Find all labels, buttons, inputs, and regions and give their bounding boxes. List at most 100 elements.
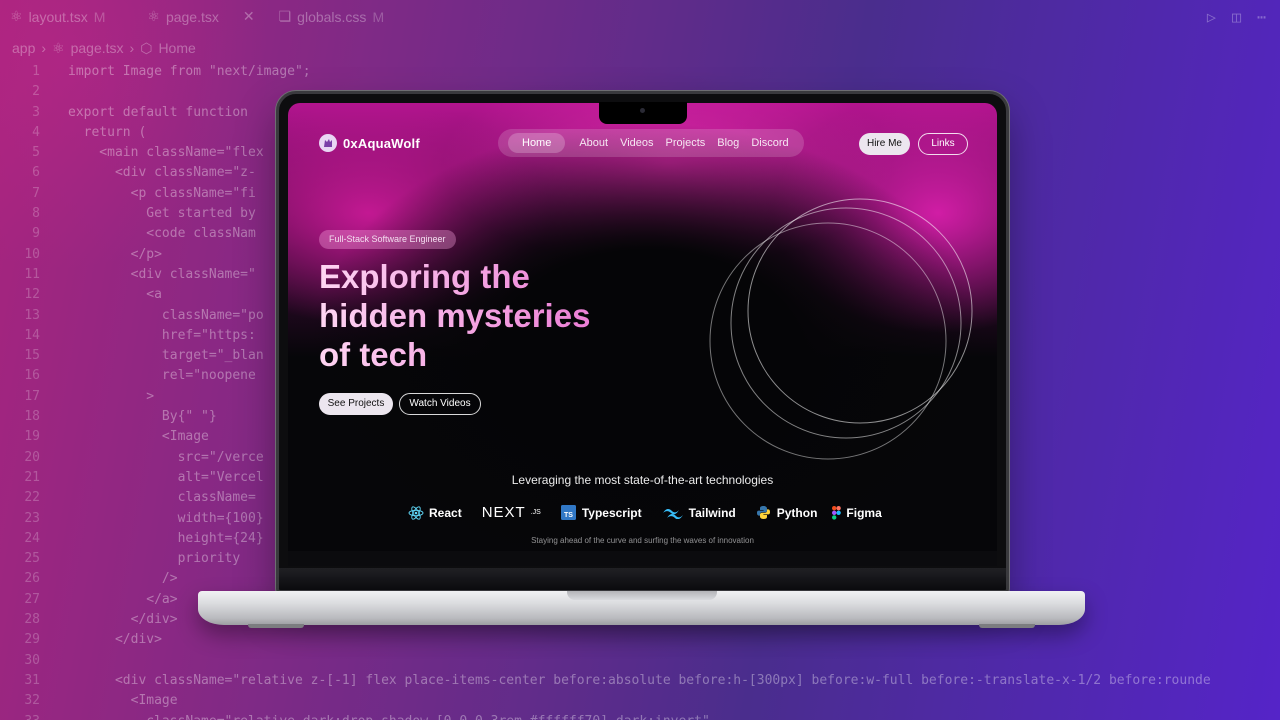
line-number: 30 [24, 652, 40, 668]
react-icon [408, 505, 424, 521]
tech-logos: React NEXT .JS TS Typescript Tailwind Py… [408, 504, 882, 521]
line-number: 13 [24, 307, 40, 323]
nav-discord[interactable]: Discord [745, 133, 794, 153]
line-code: <div className="relative z-[-1] flex pla… [68, 672, 1211, 688]
editor-tab-layout[interactable]: ⚛ layout.tsx M [10, 8, 105, 25]
line-number: 22 [24, 490, 40, 506]
line-code: <Image [68, 693, 178, 709]
tech-python: Python [756, 505, 817, 521]
wolf-logo-icon [319, 134, 337, 152]
line-code: import Image from "next/image"; [68, 64, 311, 79]
laptop-screen: 0xAquaWolf Home About Videos Projects Bl… [288, 103, 997, 566]
hire-me-button[interactable]: Hire Me [859, 133, 910, 155]
breadcrumb-item[interactable]: Home [158, 40, 195, 57]
tech-label: React [429, 505, 462, 520]
code-line: 29 </div> [0, 630, 1280, 650]
line-code: width={100} [68, 510, 264, 526]
screen-bottom-bezel [288, 551, 997, 566]
react-file-icon: ⚛ [10, 8, 23, 24]
line-number: 31 [24, 672, 40, 688]
line-code: <div className="z- [68, 165, 256, 181]
camera-notch [599, 102, 687, 124]
tech-figma: Figma [831, 505, 882, 521]
see-projects-button[interactable]: See Projects [319, 393, 393, 415]
decorative-rings [709, 198, 973, 460]
code-line: 1 import Image from "next/image"; [0, 62, 1280, 82]
breadcrumb: app › ⚛ page.tsx › ⬡ Home [12, 40, 196, 57]
line-code: rel="noopene [68, 368, 256, 384]
line-number: 20 [24, 449, 40, 465]
line-number: 21 [24, 469, 40, 485]
tab-label: page.tsx [165, 8, 219, 25]
split-editor-icon[interactable]: ◫ [1232, 8, 1241, 26]
editor-tab-globals[interactable]: ❏ globals.css M [279, 8, 385, 25]
code-line: 31 <div className="relative z-[-1] flex … [0, 671, 1280, 691]
hero-line: hidden mysteries [319, 297, 591, 334]
site-logo[interactable]: 0xAquaWolf [319, 134, 420, 152]
links-button[interactable]: Links [918, 133, 968, 155]
line-code: className="po [68, 307, 264, 323]
watch-videos-button[interactable]: Watch Videos [399, 393, 481, 415]
editor-tab-page[interactable]: ⚛ page.tsx ✕ [147, 8, 254, 25]
line-number: 19 [24, 429, 40, 445]
editor-actions: ▷ ◫ ⋯ [1207, 8, 1266, 26]
laptop-foot [248, 624, 304, 628]
code-line: 32 <Image [0, 691, 1280, 711]
line-code: height={24} [68, 530, 264, 546]
nav-videos[interactable]: Videos [614, 133, 659, 153]
hero-line: Exploring the [319, 258, 530, 295]
code-line: 30 [0, 651, 1280, 671]
line-number: 32 [24, 693, 40, 709]
symbol-icon: ⬡ [140, 40, 153, 56]
tech-label: Typescript [581, 505, 642, 520]
tech-react: React [408, 505, 462, 521]
line-code: src="/verce [68, 449, 264, 465]
typescript-icon: TS [561, 505, 577, 521]
line-number: 24 [24, 530, 40, 546]
laptop-foot [979, 624, 1035, 628]
line-code: <code classNam [68, 226, 256, 242]
chevron-right-icon: › [129, 40, 135, 56]
line-number: 4 [32, 124, 40, 140]
tailwind-icon [662, 505, 684, 521]
close-icon[interactable]: ✕ [243, 8, 255, 25]
line-code: priority [68, 551, 241, 567]
line-code: target="_blan [68, 348, 264, 364]
nav-home[interactable]: Home [508, 133, 566, 153]
hero-line: of tech [319, 336, 428, 373]
line-code: </div> [68, 612, 178, 628]
chevron-right-icon: › [41, 40, 47, 56]
more-icon[interactable]: ⋯ [1257, 8, 1266, 26]
line-code: <Image [68, 429, 209, 445]
laptop-base [198, 591, 1085, 628]
line-code: return ( [68, 124, 147, 140]
line-code: </div> [68, 632, 162, 648]
run-icon[interactable]: ▷ [1207, 8, 1216, 26]
react-file-icon: ⚛ [147, 8, 160, 24]
nav-blog[interactable]: Blog [711, 133, 745, 153]
line-number: 9 [32, 226, 40, 242]
nav-about[interactable]: About [573, 133, 614, 153]
breadcrumb-item[interactable]: app [12, 40, 35, 57]
line-number: 3 [32, 104, 40, 120]
line-code: Get started by [68, 206, 256, 222]
line-number: 27 [24, 591, 40, 607]
laptop-lid: 0xAquaWolf Home About Videos Projects Bl… [276, 91, 1009, 593]
tab-modified-indicator: M [372, 8, 385, 25]
react-file-icon: ⚛ [52, 40, 65, 56]
role-badge: Full-Stack Software Engineer [319, 230, 456, 249]
tab-label: globals.css [297, 8, 367, 25]
tech-nextjs: NEXT .JS [482, 504, 541, 521]
breadcrumb-item[interactable]: page.tsx [71, 40, 124, 57]
line-number: 26 [24, 571, 40, 587]
line-number: 15 [24, 348, 40, 364]
line-number: 7 [32, 185, 40, 201]
line-code: className= [68, 490, 256, 506]
line-number: 14 [24, 327, 40, 343]
nav-projects[interactable]: Projects [660, 133, 712, 153]
svg-text:TS: TS [564, 512, 573, 519]
tech-tailwind: Tailwind [662, 505, 736, 521]
line-number: 10 [24, 246, 40, 262]
line-number: 1 [32, 64, 40, 79]
